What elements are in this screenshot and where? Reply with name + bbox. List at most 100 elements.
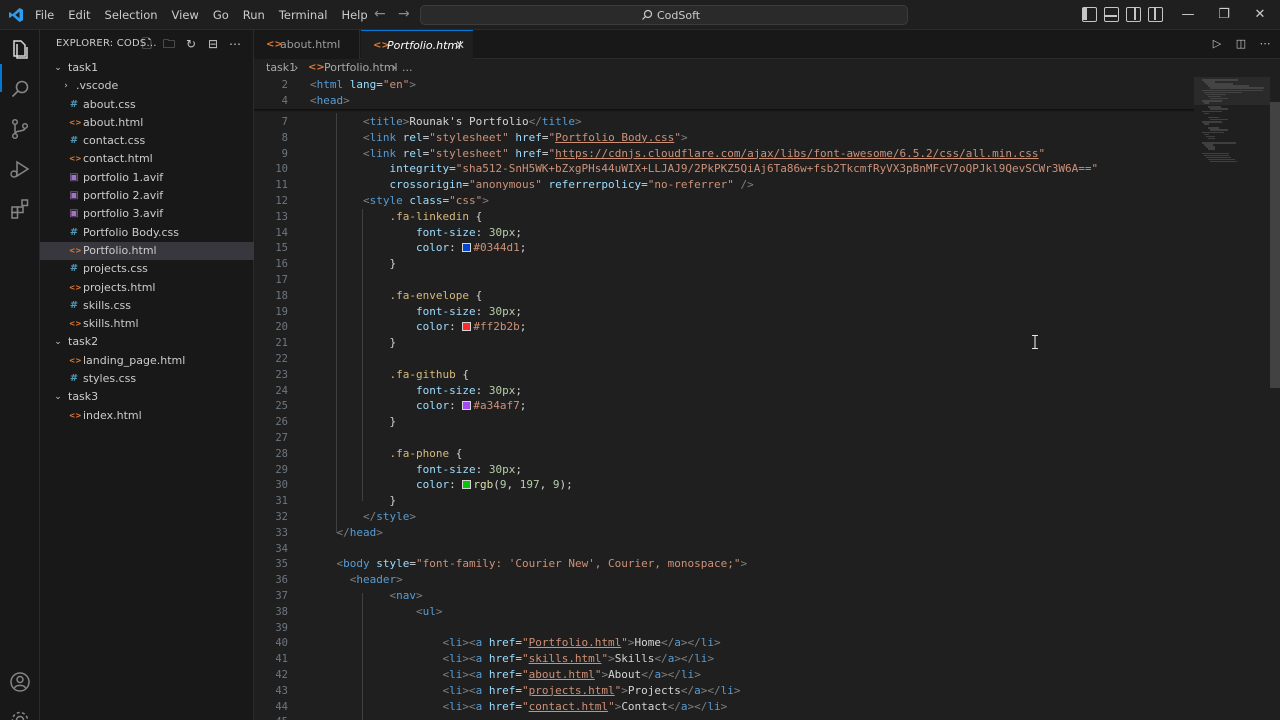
menu-help[interactable]: Help bbox=[334, 0, 374, 30]
extensions-icon[interactable] bbox=[8, 197, 32, 221]
breadcrumb-file[interactable]: Portfolio.html bbox=[324, 59, 398, 77]
code-line: 16 } bbox=[254, 256, 1194, 272]
color-swatch[interactable] bbox=[462, 243, 472, 253]
toggle-primary-sidebar-icon[interactable] bbox=[1082, 7, 1097, 22]
run-file-icon[interactable]: ▷ bbox=[1210, 37, 1224, 51]
color-swatch[interactable] bbox=[462, 480, 472, 490]
vscode-logo-icon[interactable] bbox=[8, 7, 24, 23]
back-arrow-icon[interactable]: ← bbox=[374, 6, 386, 22]
file-projects-css[interactable]: # projects.css bbox=[40, 260, 254, 278]
vertical-scrollbar[interactable] bbox=[1270, 77, 1280, 720]
breadcrumb-folder[interactable]: task1 bbox=[266, 59, 296, 77]
accounts-icon[interactable] bbox=[8, 670, 32, 694]
collapse-all-icon[interactable]: ⊟ bbox=[206, 37, 220, 51]
folder-task1[interactable]: ⌄ task1 bbox=[40, 59, 254, 77]
code-token: rgb bbox=[473, 478, 494, 492]
more-actions-icon[interactable]: ⋯ bbox=[228, 37, 242, 51]
code-text: <li><a href="about.html">About</a></li> bbox=[310, 667, 700, 683]
file-portfolio-3-avif[interactable]: ▣ portfolio 3.avif bbox=[40, 205, 254, 223]
new-file-icon[interactable]: 🗋 bbox=[140, 37, 154, 51]
code-token: > bbox=[415, 589, 423, 602]
code-text: <li><a href="contact.html">Contact</a></… bbox=[310, 699, 727, 715]
file-index-html[interactable]: <> index.html bbox=[40, 407, 254, 425]
code-token: color bbox=[415, 320, 450, 334]
color-swatch[interactable] bbox=[462, 322, 472, 332]
code-token: Contact bbox=[621, 699, 668, 713]
layout-controls bbox=[1082, 7, 1163, 22]
file-skills-html[interactable]: <> skills.html bbox=[40, 315, 254, 333]
file-about-css[interactable]: # about.css bbox=[40, 96, 254, 114]
tab-about-html[interactable]: <> about.html bbox=[254, 30, 360, 59]
menu-run[interactable]: Run bbox=[236, 0, 272, 30]
color-swatch[interactable] bbox=[462, 401, 472, 411]
code-token: "css" bbox=[449, 194, 483, 207]
line-number: 39 bbox=[275, 621, 288, 634]
file-projects-html[interactable]: <> projects.html bbox=[40, 279, 254, 297]
toggle-panel-icon[interactable] bbox=[1104, 7, 1119, 22]
chevron-down-icon[interactable]: ⌄ bbox=[52, 333, 64, 351]
title-bar: File Edit Selection View Go Run Terminal Help ←… bbox=[0, 0, 1280, 30]
toggle-secondary-sidebar-icon[interactable] bbox=[1126, 7, 1141, 22]
menu-file[interactable]: File bbox=[28, 0, 61, 30]
code-token: head bbox=[349, 525, 377, 539]
code-token: > bbox=[680, 130, 688, 144]
folder-task3[interactable]: ⌄ task3 bbox=[40, 388, 254, 406]
folder-task2[interactable]: ⌄ task2 bbox=[40, 333, 254, 351]
html-file-icon: <> bbox=[69, 117, 82, 127]
settings-gear-icon[interactable] bbox=[8, 708, 32, 720]
split-editor-icon[interactable]: ◫ bbox=[1234, 37, 1248, 51]
line-number: 14 bbox=[275, 226, 288, 239]
maximize-button[interactable]: ❐ bbox=[1206, 0, 1242, 30]
file-about-html[interactable]: <> about.html bbox=[40, 114, 254, 132]
code-line: 4 <head> bbox=[254, 93, 1194, 109]
file-contact-html[interactable]: <> contact.html bbox=[40, 150, 254, 168]
file-contact-css[interactable]: # contact.css bbox=[40, 132, 254, 150]
code-editor[interactable]: 2 <html lang="en"> 4 <head> 7 <title>Rounak'… bbox=[254, 77, 1280, 720]
run-debug-icon[interactable] bbox=[8, 157, 32, 181]
command-center-search[interactable]: CodSoft bbox=[420, 5, 908, 25]
chevron-right-icon[interactable]: › bbox=[60, 77, 72, 95]
source-control-icon[interactable] bbox=[8, 117, 32, 141]
html-file-icon: <> bbox=[308, 62, 325, 73]
file-portfolio-body-css[interactable]: # Portfolio Body.css bbox=[40, 224, 254, 242]
line-number: 4 bbox=[281, 95, 288, 107]
file-portfolio-html[interactable]: <> Portfolio.html bbox=[40, 241, 254, 261]
explorer-files-icon[interactable] bbox=[8, 37, 32, 61]
chevron-down-icon[interactable]: ⌄ bbox=[52, 388, 64, 406]
menu-view[interactable]: View bbox=[165, 0, 206, 30]
menu-selection[interactable]: Selection bbox=[98, 0, 165, 30]
tab-portfolio-html[interactable]: <> Portfolio.html ✕ bbox=[361, 30, 473, 59]
menu-go[interactable]: Go bbox=[206, 0, 236, 30]
file-portfolio-2-avif[interactable]: ▣ portfolio 2.avif bbox=[40, 187, 254, 205]
folder-vscode[interactable]: › .vscode bbox=[40, 77, 254, 95]
minimap[interactable] bbox=[1194, 77, 1270, 720]
file-skills-css[interactable]: # skills.css bbox=[40, 297, 254, 315]
search-icon[interactable] bbox=[8, 77, 32, 101]
close-window-button[interactable]: ✕ bbox=[1242, 0, 1278, 30]
breadcrumb-symbol[interactable]: ... bbox=[402, 59, 413, 77]
forward-arrow-icon[interactable]: → bbox=[398, 6, 410, 22]
refresh-icon[interactable]: ↻ bbox=[184, 37, 198, 51]
menu-edit[interactable]: Edit bbox=[61, 0, 97, 30]
code-token: < bbox=[362, 194, 370, 207]
close-tab-icon[interactable]: ✕ bbox=[455, 31, 465, 60]
code-text: color: #0344d1; bbox=[310, 240, 526, 256]
code-token: = bbox=[515, 683, 522, 697]
code-token: head bbox=[316, 94, 344, 107]
chevron-down-icon[interactable]: ⌄ bbox=[52, 59, 64, 77]
more-editor-actions-icon[interactable]: ⋯ bbox=[1258, 37, 1272, 51]
code-token: </ bbox=[680, 683, 695, 697]
file-styles-css[interactable]: # styles.css bbox=[40, 370, 254, 388]
file-portfolio-1-avif[interactable]: ▣ portfolio 1.avif bbox=[40, 169, 254, 187]
code-text: } bbox=[310, 414, 396, 430]
customize-layout-icon[interactable] bbox=[1148, 7, 1163, 22]
minimize-button[interactable]: — bbox=[1170, 0, 1206, 30]
file-landing-page-html[interactable]: <> landing_page.html bbox=[40, 352, 254, 370]
new-folder-icon[interactable]: 🗀 bbox=[162, 37, 176, 51]
code-token: html bbox=[316, 78, 344, 91]
menu-terminal[interactable]: Terminal bbox=[272, 0, 335, 30]
scrollbar-thumb[interactable] bbox=[1270, 102, 1280, 388]
code-token: < bbox=[362, 115, 370, 128]
